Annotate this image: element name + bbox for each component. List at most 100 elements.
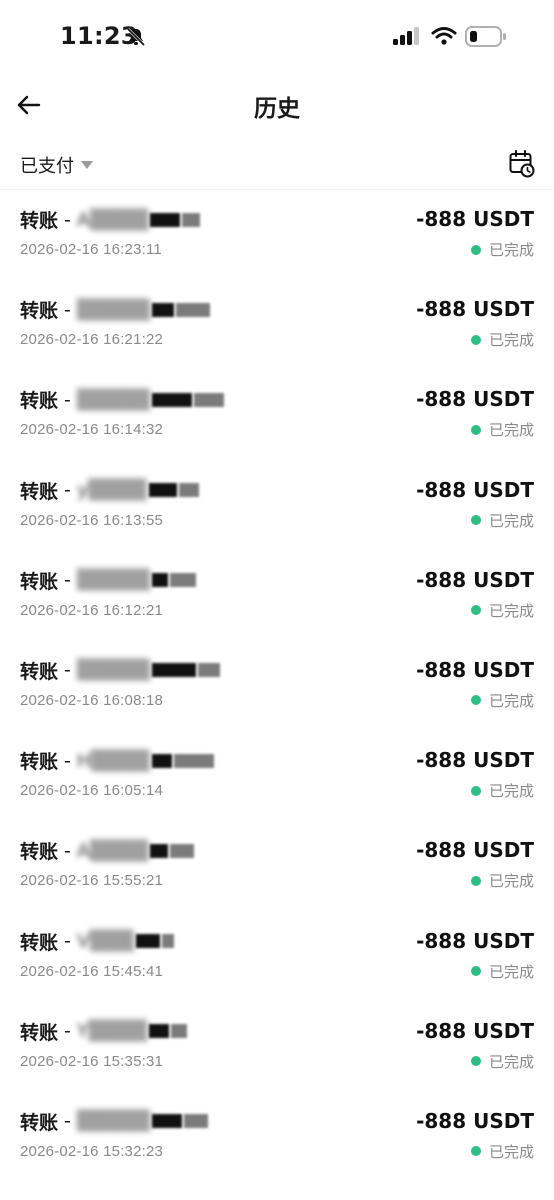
filter-bar: 已支付 xyxy=(0,140,554,190)
status-dot-icon xyxy=(470,515,481,526)
transaction-counterparty: y▒▒▒▒ xyxy=(76,479,147,502)
transaction-type: 转账 xyxy=(20,300,59,323)
calendar-history-icon[interactable] xyxy=(509,150,535,178)
transaction-row[interactable]: 转账 - ▒▒▒▒▒ 2026-02-16 16:14:32 -888 USDT… xyxy=(0,370,554,460)
transaction-row[interactable]: 转账 - ▒▒▒▒▒ 2026-02-16 15:32:23 -888 USDT… xyxy=(0,1092,554,1182)
transaction-amount: -888 USDT xyxy=(416,657,534,682)
transaction-time: 2026-02-16 16:12:21 xyxy=(20,601,164,619)
transaction-time: 2026-02-16 16:14:32 xyxy=(20,421,164,439)
transaction-status-label: 已完成 xyxy=(488,1142,534,1161)
transaction-type: 转账 xyxy=(20,1021,59,1044)
transaction-type: 转账 xyxy=(20,1111,59,1134)
filter-label: 已支付 xyxy=(20,156,74,177)
redaction-mark xyxy=(135,934,160,948)
redaction-mark xyxy=(183,1114,208,1129)
transaction-row[interactable]: 转账 - Y▒▒▒▒ 2026-02-16 15:35:31 -888 USDT… xyxy=(0,1002,554,1092)
status-dot-icon xyxy=(470,424,481,435)
transaction-title: 转账 - ▒▒▒▒▒ xyxy=(20,657,220,684)
transaction-amount: -888 USDT xyxy=(416,838,534,863)
transaction-counterparty: A▒▒▒▒ xyxy=(76,208,149,231)
redaction-mark xyxy=(169,573,196,588)
transaction-status-label: 已完成 xyxy=(488,331,534,350)
transaction-amount: -888 USDT xyxy=(416,1018,534,1043)
transaction-status: 已完成 xyxy=(470,1051,534,1072)
transaction-status: 已完成 xyxy=(470,870,534,891)
transaction-status-label: 已完成 xyxy=(488,601,534,620)
redaction-mark xyxy=(151,392,192,407)
transaction-separator: - xyxy=(64,930,71,952)
transaction-row[interactable]: 转账 - H▒▒▒▒ 2026-02-16 16:05:14 -888 USDT… xyxy=(0,731,554,821)
transaction-row[interactable]: 转账 - ▒▒▒▒▒ 2026-02-16 16:08:18 -888 USDT… xyxy=(0,641,554,731)
transaction-counterparty: ▒▒▒▒▒ xyxy=(76,569,150,592)
redaction-mark xyxy=(161,934,174,948)
redaction-mark xyxy=(151,1114,182,1129)
transaction-title: 转账 - H▒▒▒▒ xyxy=(20,747,214,774)
transaction-status-label: 已完成 xyxy=(488,421,534,440)
transaction-type: 转账 xyxy=(20,751,59,774)
redaction-mark xyxy=(170,1024,187,1039)
transaction-amount: -888 USDT xyxy=(416,207,534,231)
transaction-status-label: 已完成 xyxy=(488,241,534,259)
status-dot-icon xyxy=(470,966,481,976)
transaction-amount: -888 USDT xyxy=(416,297,534,322)
transaction-counterparty: Y▒▒▒▒ xyxy=(76,1020,147,1043)
transaction-separator: - xyxy=(64,749,71,772)
transaction-status-label: 已完成 xyxy=(488,511,534,530)
transaction-status: 已完成 xyxy=(470,419,534,440)
redaction-mark xyxy=(151,753,172,768)
transaction-row[interactable]: 转账 - V▒▒▒ 2026-02-16 15:45:41 -888 USDT … xyxy=(0,912,554,1002)
page-title: 历史 xyxy=(254,96,300,122)
transaction-separator: - xyxy=(64,479,71,502)
status-filter-dropdown[interactable]: 已支付 xyxy=(20,152,93,178)
status-dot-icon xyxy=(470,1056,481,1067)
redaction-mark xyxy=(151,663,196,678)
status-dot-icon xyxy=(470,785,481,796)
redaction-mark xyxy=(178,483,199,498)
redaction-mark xyxy=(193,392,224,407)
transaction-status: 已完成 xyxy=(470,1141,534,1162)
transaction-time: 2026-02-16 16:05:14 xyxy=(20,782,164,800)
redaction-mark xyxy=(170,843,195,858)
transaction-row[interactable]: 转账 - ▒▒▒▒▒ 2026-02-16 16:21:22 -888 USDT… xyxy=(0,280,554,370)
transaction-row[interactable]: 转账 - A▒▒▒▒ 2026-02-16 16:23:11 -888 USDT… xyxy=(0,190,554,280)
transaction-time: 2026-02-16 15:45:41 xyxy=(20,962,164,980)
transaction-row[interactable]: 转账 - ▒▒▒▒▒ 2026-02-16 16:12:21 -888 USDT… xyxy=(0,551,554,641)
transaction-type: 转账 xyxy=(20,841,59,864)
transaction-type: 转账 xyxy=(20,390,59,413)
transaction-time: 2026-02-16 16:21:22 xyxy=(20,331,164,349)
status-dot-icon xyxy=(470,695,481,706)
status-dot-icon xyxy=(470,334,481,345)
transaction-time: 2026-02-16 16:23:11 xyxy=(20,241,162,258)
redaction-mark xyxy=(197,663,220,678)
transaction-status: 已完成 xyxy=(470,600,534,621)
transaction-type: 转账 xyxy=(20,480,59,503)
transaction-status-label: 已完成 xyxy=(488,962,534,981)
transaction-status-label: 已完成 xyxy=(488,782,534,801)
transaction-time: 2026-02-16 15:32:23 xyxy=(20,1142,164,1160)
bell-muted-icon xyxy=(126,27,146,47)
transaction-separator: - xyxy=(64,659,71,682)
transaction-status: 已完成 xyxy=(470,239,534,260)
transaction-row[interactable]: 转账 - A▒▒▒▒ 2026-02-16 15:55:21 -888 USDT… xyxy=(0,821,554,911)
transaction-type: 转账 xyxy=(20,570,59,593)
transaction-type: 转账 xyxy=(20,660,59,683)
transaction-separator: - xyxy=(64,208,71,231)
transaction-title: 转账 - ▒▒▒▒▒ xyxy=(20,567,196,594)
transaction-amount: -888 USDT xyxy=(416,387,534,412)
transaction-time: 2026-02-16 15:55:21 xyxy=(20,872,164,890)
transaction-counterparty: ▒▒▒▒▒ xyxy=(76,659,150,682)
transaction-status: 已完成 xyxy=(470,961,534,982)
transaction-counterparty: ▒▒▒▒▒ xyxy=(76,298,150,321)
transaction-title: 转账 - Y▒▒▒▒ xyxy=(20,1018,187,1045)
transaction-type: 转账 xyxy=(20,210,59,232)
redaction-mark xyxy=(151,302,174,317)
transaction-time: 2026-02-16 16:08:18 xyxy=(20,691,164,709)
transaction-row[interactable]: 转账 - y▒▒▒▒ 2026-02-16 16:13:55 -888 USDT… xyxy=(0,461,554,551)
transaction-time: 2026-02-16 16:13:55 xyxy=(20,511,164,529)
transaction-amount: -888 USDT xyxy=(416,567,534,592)
transaction-status: 已完成 xyxy=(470,329,534,350)
status-dot-icon xyxy=(470,605,481,616)
cellular-signal-icon xyxy=(393,27,419,45)
wifi-icon xyxy=(431,27,457,45)
status-dot-icon xyxy=(470,244,481,255)
